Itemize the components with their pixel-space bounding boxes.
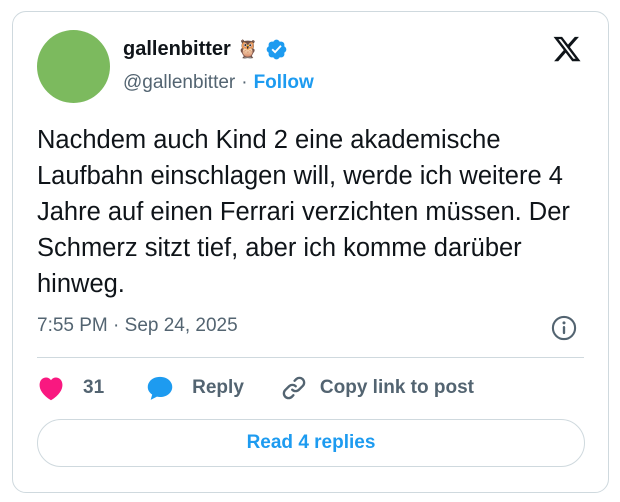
verified-badge-icon: [266, 39, 287, 59]
tweet-text: Nachdem auch Kind 2 eine akademische Lau…: [37, 126, 570, 298]
reply-button[interactable]: Reply: [146, 375, 244, 401]
like-button[interactable]: 31: [37, 375, 104, 401]
divider: [37, 357, 584, 358]
display-name[interactable]: gallenbitter: [123, 38, 231, 61]
like-count: 31: [83, 377, 105, 398]
link-icon: [282, 376, 306, 400]
x-logo-icon[interactable]: [552, 34, 582, 64]
separator-dot: ·: [241, 72, 248, 93]
action-bar: 31 Reply Copy link to post: [37, 370, 474, 406]
author-handle-row: @gallenbitter · Follow: [123, 70, 314, 96]
tweet-timestamp[interactable]: 7:55 PM · Sep 24, 2025: [37, 315, 238, 341]
info-icon[interactable]: [550, 314, 578, 342]
tweet-card: gallenbitter 🦉 @gallenbitter · Follow Na…: [12, 11, 609, 493]
follow-button[interactable]: Follow: [254, 72, 314, 94]
read-replies-button[interactable]: Read 4 replies: [37, 419, 585, 467]
author-handle[interactable]: @gallenbitter: [123, 72, 235, 94]
author-name-row: gallenbitter 🦉: [123, 34, 288, 64]
heart-icon: [39, 377, 63, 401]
avatar[interactable]: [37, 30, 110, 103]
copy-link-button[interactable]: Copy link to post: [280, 374, 474, 402]
reply-label: Reply: [192, 377, 244, 398]
copy-link-label: Copy link to post: [319, 377, 474, 398]
speech-bubble-icon: [147, 376, 173, 400]
name-emoji: 🦉: [236, 38, 260, 59]
